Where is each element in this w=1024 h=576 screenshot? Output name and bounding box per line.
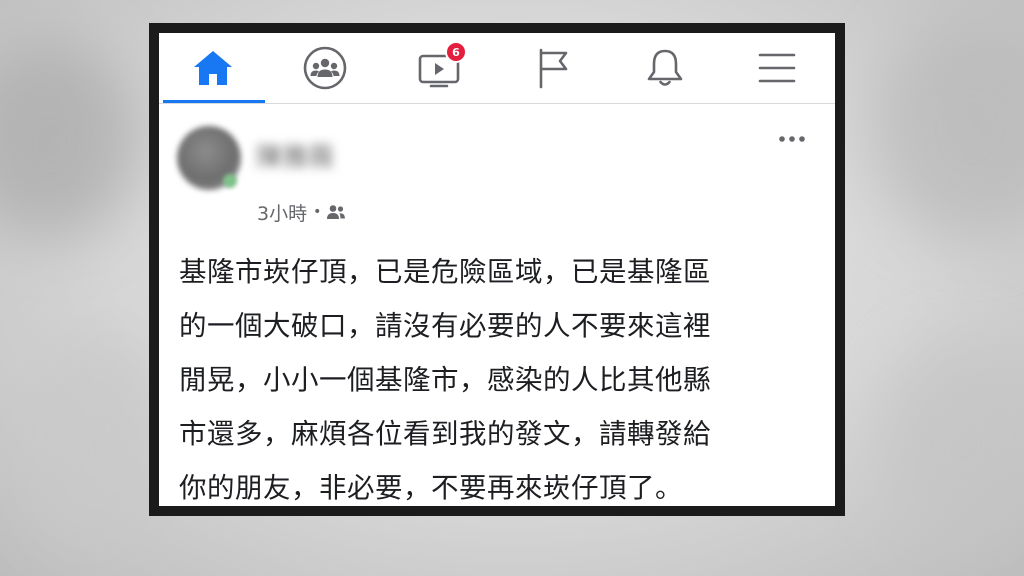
nav-watch[interactable]: 6 bbox=[387, 33, 491, 103]
post-timestamp[interactable]: 3小時 bbox=[257, 199, 307, 226]
nav-groups[interactable] bbox=[273, 33, 377, 103]
meta-separator: • bbox=[313, 204, 322, 220]
background-blur bbox=[880, 340, 1024, 540]
post-text-line: 閒晃，小小一個基隆市，感染的人比其他縣 bbox=[179, 364, 711, 396]
groups-icon bbox=[303, 46, 347, 90]
background-blur bbox=[0, 40, 140, 240]
notification-badge: 6 bbox=[445, 41, 467, 63]
post-text-line: 你的朋友，非必要，不要再來崁仔頂了。 bbox=[179, 472, 683, 504]
post-body: 基隆市崁仔頂，已是危險區域，已是基隆區 的一個大破口，請沒有必要的人不要來這裡 … bbox=[179, 245, 819, 506]
post-text-line: 基隆市崁仔頂，已是危險區域，已是基隆區 bbox=[179, 256, 711, 288]
more-horizontal-icon[interactable] bbox=[777, 133, 807, 145]
nav-menu[interactable] bbox=[725, 33, 829, 103]
nav-home[interactable] bbox=[161, 33, 265, 103]
facebook-mobile-screen: 6 陳雅薇 3小時 • 基隆市崁仔頂，已是危險區域，已是基隆區 的一個大破口，請… bbox=[159, 33, 835, 506]
screenshot-frame: 6 陳雅薇 3小時 • 基隆市崁仔頂，已是危險區域，已是基隆區 的一個大破口，請… bbox=[149, 23, 845, 516]
post-text-line: 的一個大破口，請沒有必要的人不要來這裡 bbox=[179, 310, 711, 342]
home-icon bbox=[194, 51, 232, 85]
post-meta: 3小時 • bbox=[257, 199, 346, 225]
menu-icon bbox=[758, 53, 796, 83]
background-blur bbox=[870, 20, 1024, 240]
active-tab-indicator bbox=[163, 100, 265, 103]
post-text-line: 市還多，麻煩各位看到我的發文，請轉發給 bbox=[179, 418, 711, 450]
background-blur bbox=[20, 330, 170, 550]
friends-icon bbox=[327, 205, 346, 219]
author-name[interactable]: 陳雅薇 bbox=[256, 137, 334, 174]
nav-pages[interactable] bbox=[501, 33, 605, 103]
online-status-dot bbox=[223, 174, 237, 188]
flag-icon bbox=[539, 48, 568, 89]
top-navigation-bar: 6 bbox=[159, 33, 835, 104]
bell-icon bbox=[647, 49, 683, 86]
nav-notifications[interactable] bbox=[613, 33, 717, 103]
